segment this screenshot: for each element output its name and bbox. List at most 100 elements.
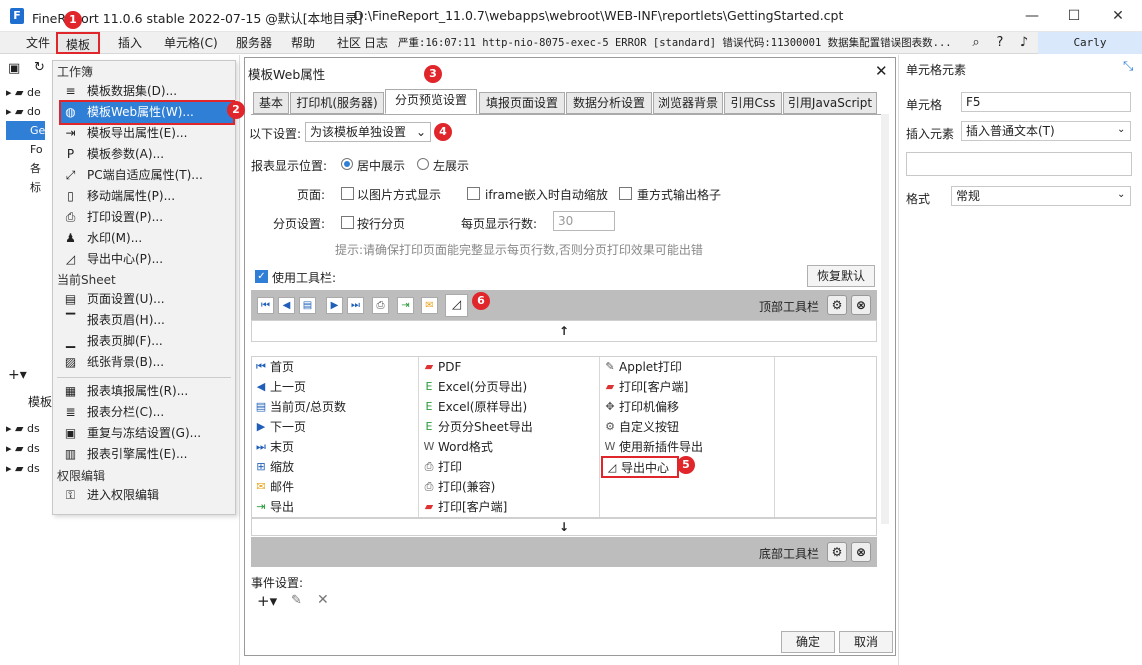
tab-basic[interactable]: 基本 — [253, 92, 289, 114]
cell-field[interactable]: F5 — [961, 92, 1131, 112]
menu-item-footer[interactable]: ▁ 报表页脚(F)... — [61, 331, 233, 352]
insert-select[interactable]: 插入普通文本(T) — [961, 121, 1131, 141]
as-image-checkbox[interactable] — [341, 187, 354, 200]
dataset-item[interactable]: ▸ ▰ ds — [6, 459, 40, 479]
tree-item[interactable]: Fo — [6, 140, 45, 159]
tab-javascript[interactable]: 引用JavaScript — [783, 92, 877, 114]
menu-community[interactable]: 社区 — [337, 32, 361, 54]
list-item[interactable]: ⎙ 打印(兼容) — [420, 477, 496, 497]
dialog-scrollbar[interactable] — [881, 114, 889, 524]
list-item[interactable]: ⇥ 导出 — [252, 497, 294, 517]
edit-icon[interactable]: ✎ — [291, 593, 302, 608]
add-dataset-icon[interactable]: +▾ — [8, 367, 27, 383]
iframe-zoom-checkbox[interactable] — [467, 187, 480, 200]
last-page-icon[interactable]: ⏭ — [347, 297, 364, 314]
list-item[interactable]: ▰ PDF — [420, 357, 462, 377]
first-page-icon[interactable]: ⏮ — [257, 297, 274, 314]
close-window-button[interactable]: ✕ — [1108, 6, 1128, 26]
dataset-item[interactable]: ▸ ▰ ds — [6, 419, 40, 439]
menu-server[interactable]: 服务器 — [236, 32, 272, 54]
menu-item-pc-adapt[interactable]: ⤢ PC端自适应属性(T)... — [61, 165, 233, 186]
list-item[interactable]: E Excel(分页导出) — [420, 377, 528, 397]
gear-icon[interactable]: ⚙ — [827, 542, 847, 562]
menu-cell[interactable]: 单元格(C) — [164, 32, 218, 54]
move-down-button[interactable]: ↓ — [251, 518, 877, 536]
menu-item-columns[interactable]: ≣ 报表分栏(C)... — [61, 402, 233, 423]
remove-icon[interactable]: ⊗ — [851, 295, 871, 315]
tree-item[interactable]: ▸ ▰ do — [6, 102, 45, 121]
menu-item-params[interactable]: P 模板参数(A)... — [61, 144, 233, 165]
list-item[interactable]: E Excel(原样导出) — [420, 397, 528, 417]
rows-per-page-input[interactable]: 30 — [553, 211, 615, 231]
list-item[interactable]: W Word格式 — [420, 437, 493, 457]
list-item[interactable]: E 分页分Sheet导出 — [420, 417, 533, 437]
remove-icon[interactable]: ⊗ — [851, 542, 871, 562]
menu-item-header[interactable]: ▔ 报表页眉(H)... — [61, 310, 233, 331]
print-icon[interactable]: ⎙ — [372, 297, 389, 314]
delete-icon[interactable]: ✕ — [317, 592, 329, 608]
format-select[interactable]: 常规 — [951, 186, 1131, 206]
radio-left[interactable] — [417, 158, 429, 170]
list-item[interactable]: ⎙ 打印 — [420, 457, 462, 477]
move-up-button[interactable]: ↑ — [251, 320, 877, 342]
menu-template[interactable]: 模板 — [56, 32, 100, 54]
prev-page-icon[interactable]: ◀ — [278, 297, 295, 314]
tab-paging-preview[interactable]: 分页预览设置 — [385, 89, 477, 114]
list-item[interactable]: ⏮ 首页 — [252, 357, 294, 377]
menu-file[interactable]: 文件 — [26, 32, 50, 54]
tree-item[interactable]: Ge — [6, 121, 46, 140]
maximize-button[interactable]: ☐ — [1064, 6, 1084, 26]
search-icon[interactable]: ⌕ — [968, 35, 984, 51]
tree-item[interactable]: ▸ ▰ de — [6, 83, 45, 102]
repeat-output-checkbox[interactable] — [619, 187, 632, 200]
cancel-button[interactable]: 取消 — [839, 631, 893, 653]
tab-browser-bg[interactable]: 浏览器背景 — [653, 92, 723, 114]
bell-icon[interactable]: ♪ — [1016, 35, 1032, 51]
by-row-checkbox[interactable] — [341, 216, 354, 229]
list-item[interactable]: ⊞ 缩放 — [252, 457, 294, 477]
tab-data-analysis[interactable]: 数据分析设置 — [566, 92, 652, 114]
restore-default-button[interactable]: 恢复默认 — [807, 265, 875, 287]
ok-button[interactable]: 确定 — [781, 631, 835, 653]
list-item[interactable]: ▤ 当前页/总页数 — [252, 397, 346, 417]
add-event-icon[interactable]: +▾ — [257, 592, 277, 610]
refresh-icon[interactable]: ↻ — [34, 60, 45, 75]
list-item[interactable]: ▶ 下一页 — [252, 417, 306, 437]
menu-item-dataset[interactable]: ≡ 模板数据集(D)... — [61, 81, 233, 102]
menu-item-export-attr[interactable]: ⇥ 模板导出属性(E)... — [61, 123, 233, 144]
log-message[interactable]: 严重:16:07:11 http-nio-8075-exec-5 ERROR [… — [398, 35, 964, 50]
menu-item-web-attr[interactable]: ◍ 模板Web属性(W)... — [59, 100, 235, 125]
mail-icon[interactable]: ✉ — [421, 297, 438, 314]
new-folder-icon[interactable]: ▣ — [8, 61, 20, 76]
page-count-icon[interactable]: ▤ — [299, 297, 316, 314]
tree-item[interactable]: 各 — [6, 159, 45, 178]
menu-item-fill-attr[interactable]: ▦ 报表填报属性(R)... — [61, 381, 233, 402]
menu-item-permission[interactable]: ⚿ 进入权限编辑 — [61, 485, 233, 506]
menu-item-watermark[interactable]: ♟ 水印(M)... — [61, 228, 233, 249]
list-item[interactable]: ⚙ 自定义按钮 — [601, 417, 679, 437]
menu-item-print[interactable]: ⎙ 打印设置(P)... — [61, 207, 233, 228]
menu-help[interactable]: 帮助 — [291, 32, 315, 54]
user-name[interactable]: Carly — [1038, 32, 1142, 54]
list-item[interactable]: W 使用新插件导出 — [601, 437, 703, 457]
list-item[interactable]: ◀ 上一页 — [252, 377, 306, 397]
list-item[interactable]: ▰ 打印[客户端] — [601, 377, 689, 397]
use-toolbar-checkbox[interactable]: ✓ — [255, 270, 268, 283]
menu-item-freeze[interactable]: ▣ 重复与冻结设置(G)... — [61, 423, 233, 444]
list-item[interactable]: ⏭ 末页 — [252, 437, 294, 457]
list-item[interactable]: ▰ 打印[客户端] — [420, 497, 508, 517]
menu-item-background[interactable]: ▨ 纸张背景(B)... — [61, 352, 233, 373]
minimize-button[interactable]: — — [1022, 6, 1042, 26]
list-item[interactable]: ✥ 打印机偏移 — [601, 397, 679, 417]
dataset-item[interactable]: ▸ ▰ ds — [6, 439, 40, 459]
tab-css[interactable]: 引用Css — [724, 92, 782, 114]
menu-item-page-setup[interactable]: ▤ 页面设置(U)... — [61, 289, 233, 310]
list-item[interactable]: ◿ 导出中心 — [601, 456, 679, 478]
help-icon[interactable]: ? — [992, 35, 1008, 51]
collapse-icon[interactable]: ⤡ — [1123, 59, 1133, 74]
content-field[interactable] — [906, 152, 1132, 176]
next-page-icon[interactable]: ▶ — [326, 297, 343, 314]
menu-log[interactable]: 日志 — [364, 32, 388, 54]
radio-center[interactable] — [341, 158, 353, 170]
list-item[interactable]: ✉ 邮件 — [252, 477, 294, 497]
